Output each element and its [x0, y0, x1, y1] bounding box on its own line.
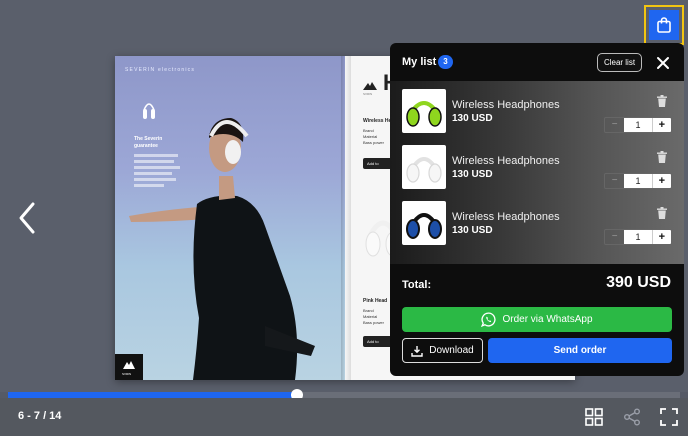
total-label: Total: [402, 279, 432, 291]
brand-logo-text: SVRIN [363, 92, 373, 96]
quantity-field[interactable]: 1 [624, 174, 652, 188]
panel-header: My list 3 Clear list [390, 43, 684, 81]
viewer-stage: SEVERIN electronics The Severin guarante… [0, 0, 688, 392]
list-item: Wireless Headphones 130 USD − 1 + [390, 197, 684, 252]
page-counter: 6 - 7 / 14 [18, 410, 62, 422]
quantity-stepper: − 1 + [604, 229, 672, 245]
close-icon[interactable] [655, 55, 671, 71]
item-name: Wireless Headphones [452, 211, 560, 223]
grid-icon[interactable] [585, 408, 603, 426]
download-icon [411, 345, 423, 357]
cart-button-fill [649, 10, 679, 40]
catalog-brand-header: SEVERIN electronics [125, 67, 196, 73]
spec-label: Bass power [363, 140, 384, 145]
fullscreen-icon[interactable] [660, 408, 678, 426]
item-name: Wireless Headphones [452, 99, 560, 111]
order-via-whatsapp-button[interactable]: Order via WhatsApp [402, 307, 672, 332]
product-thumbnail [402, 89, 446, 133]
product-specs: Brand Material Bass power [363, 128, 384, 146]
list-item: Wireless Headphones 130 USD − 1 + [390, 85, 684, 140]
decrease-button[interactable]: − [605, 174, 624, 188]
trash-icon[interactable] [657, 151, 667, 163]
brand-logo: SVRIN [115, 354, 143, 380]
my-list-panel: My list 3 Clear list Wireless Headphones [390, 43, 684, 376]
product-name: Wireless He [363, 118, 392, 124]
cart-button[interactable] [644, 5, 684, 45]
download-button[interactable]: Download [402, 338, 483, 363]
add-button-label: Add to [367, 339, 379, 344]
book-spine [341, 56, 351, 380]
item-price: 130 USD [452, 225, 493, 236]
chevron-left-icon[interactable] [15, 200, 39, 236]
send-order-button[interactable]: Send order [488, 338, 672, 363]
brand-logo-text: SVRIN [122, 372, 132, 376]
list-item: Wireless Headphones 130 USD − 1 + [390, 141, 684, 196]
mountain-icon [363, 82, 377, 90]
increase-button[interactable]: + [651, 174, 671, 188]
decrease-button[interactable]: − [605, 118, 624, 132]
share-icon[interactable] [623, 408, 641, 426]
cart-items-list: Wireless Headphones 130 USD − 1 + Wirele… [390, 81, 684, 264]
trash-icon[interactable] [657, 207, 667, 219]
headphone-icon [406, 101, 442, 127]
add-button-label: Add to [367, 161, 379, 166]
item-price: 130 USD [452, 113, 493, 124]
catalog-page-left[interactable]: SEVERIN electronics The Severin guarante… [115, 56, 345, 380]
mountain-icon [123, 361, 135, 369]
increase-button[interactable]: + [651, 230, 671, 244]
guarantee-body-text [134, 154, 184, 187]
increase-button[interactable]: + [651, 118, 671, 132]
trash-icon[interactable] [657, 95, 667, 107]
product-name: Pink Head [363, 298, 388, 304]
shopping-bag-icon [657, 17, 671, 33]
product-specs: Brand Material Bass power [363, 308, 384, 326]
item-name: Wireless Headphones [452, 155, 560, 167]
headphone-icon [143, 103, 155, 119]
quantity-stepper: − 1 + [604, 117, 672, 133]
item-count-badge: 3 [438, 55, 453, 69]
spec-label: Bass power [363, 320, 384, 325]
item-price: 130 USD [452, 169, 493, 180]
product-thumbnail [402, 145, 446, 189]
whatsapp-button-label: Order via WhatsApp [502, 314, 593, 325]
decrease-button[interactable]: − [605, 230, 624, 244]
panel-title: My list [402, 56, 437, 68]
clear-list-button[interactable]: Clear list [597, 53, 642, 72]
quantity-field[interactable]: 1 [624, 230, 652, 244]
whatsapp-icon [481, 312, 497, 327]
quantity-stepper: − 1 + [604, 173, 672, 189]
product-thumbnail [402, 201, 446, 245]
viewer-toolbar: 6 - 7 / 14 [0, 398, 688, 436]
quantity-field[interactable]: 1 [624, 118, 652, 132]
total-value: 390 USD [606, 274, 671, 291]
headphone-icon [406, 213, 442, 239]
guarantee-heading: The Severin guarantee [134, 136, 163, 149]
download-button-label: Download [429, 345, 474, 356]
headphone-icon [406, 157, 442, 183]
